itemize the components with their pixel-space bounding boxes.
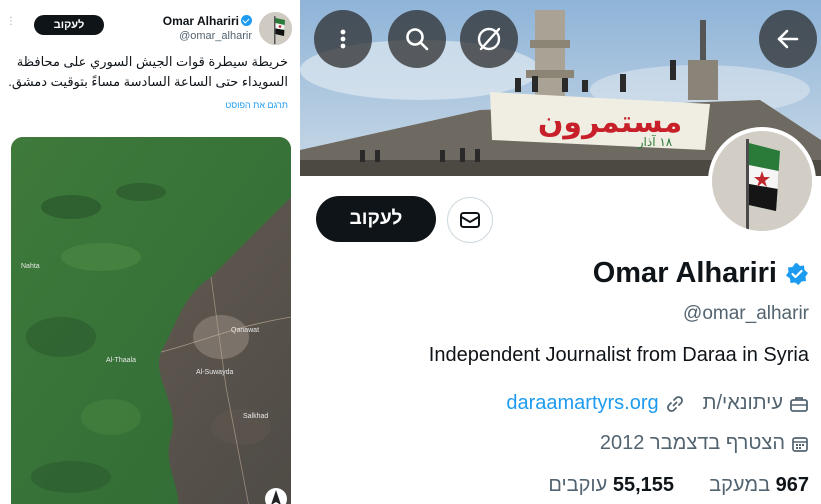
following-stat[interactable]: 967 במעקב xyxy=(709,474,809,496)
map-label: Qanawat xyxy=(231,327,260,334)
tweet-header: Omar Alhariri @omar_alharir לעקוב ⋮ xyxy=(0,0,298,50)
tweet-map-image[interactable]: Nahta Al-Thaala Al-Suwayda Qanawat Salkh… xyxy=(11,137,291,504)
tweet-author-handle[interactable]: @omar_alharir xyxy=(179,30,252,42)
arrow-left-icon xyxy=(777,29,799,49)
profile-handle: @omar_alharir xyxy=(683,303,809,324)
follow-button[interactable]: לעקוב xyxy=(316,196,436,242)
calendar-icon xyxy=(791,435,809,453)
following-count: 967 xyxy=(775,474,809,496)
tweet-panel: Omar Alhariri @omar_alharir לעקוב ⋮ خريط… xyxy=(0,0,298,504)
more-vertical-icon xyxy=(340,29,346,49)
search-button[interactable] xyxy=(388,10,446,68)
verified-badge-icon xyxy=(786,262,808,285)
back-button[interactable] xyxy=(759,10,817,68)
envelope-icon xyxy=(460,212,480,228)
map-label: Nahta xyxy=(21,263,40,270)
followers-stat[interactable]: 55,155 עוקבים xyxy=(548,474,674,496)
search-icon xyxy=(406,28,429,51)
more-options-button[interactable] xyxy=(314,10,372,68)
control-map-graphic xyxy=(11,137,291,504)
tweet-author-name[interactable]: Omar Alhariri xyxy=(163,14,252,28)
slash-circle-icon xyxy=(477,27,501,51)
followers-count: 55,155 xyxy=(612,474,675,496)
profile-website-link[interactable]: daraamartyrs.org xyxy=(506,392,658,415)
profile-joined-row: הצטרף בדצמבר 2012 xyxy=(600,432,809,455)
map-label: Al-Thaala xyxy=(106,357,136,364)
profile-bio: Independent Journalist from Daraa in Syr… xyxy=(428,344,809,366)
map-label: Al-Suwayda xyxy=(196,369,234,376)
profile-panel: مستمرون ١٨ آذار לעקוב Omar Alhariri @oma… xyxy=(300,0,821,504)
following-label: במעקב xyxy=(709,474,771,496)
followers-label: עוקבים xyxy=(548,474,608,496)
tweet-follow-button[interactable]: לעקוב xyxy=(34,15,104,35)
translate-post-link[interactable]: תרגם את הפוסט xyxy=(225,100,288,110)
link-icon xyxy=(665,394,685,414)
tweet-author-avatar[interactable] xyxy=(259,12,292,45)
profile-joined-date: הצטרף בדצמבר 2012 xyxy=(599,432,785,454)
profile-profession: עיתונאי/ת xyxy=(702,392,783,414)
more-vertical-icon[interactable]: ⋮ xyxy=(6,16,16,27)
map-label: Salkhad xyxy=(243,413,269,420)
banner-sign-subtext: ١٨ آذار xyxy=(637,134,673,150)
profile-info-row: עיתונאי/ת daraamartyrs.org xyxy=(506,392,809,415)
profile-avatar[interactable] xyxy=(708,127,816,235)
verified-badge-icon xyxy=(241,15,252,26)
profile-stats: 967 במעקב 55,155 עוקבים xyxy=(548,474,809,497)
briefcase-icon xyxy=(789,394,809,414)
profile-name: Omar Alhariri xyxy=(593,257,809,290)
tweet-text: خريطة سيطرة قوات الجيش السوري على محافظة… xyxy=(8,54,288,89)
mute-button[interactable] xyxy=(460,10,518,68)
message-button[interactable] xyxy=(447,197,493,243)
